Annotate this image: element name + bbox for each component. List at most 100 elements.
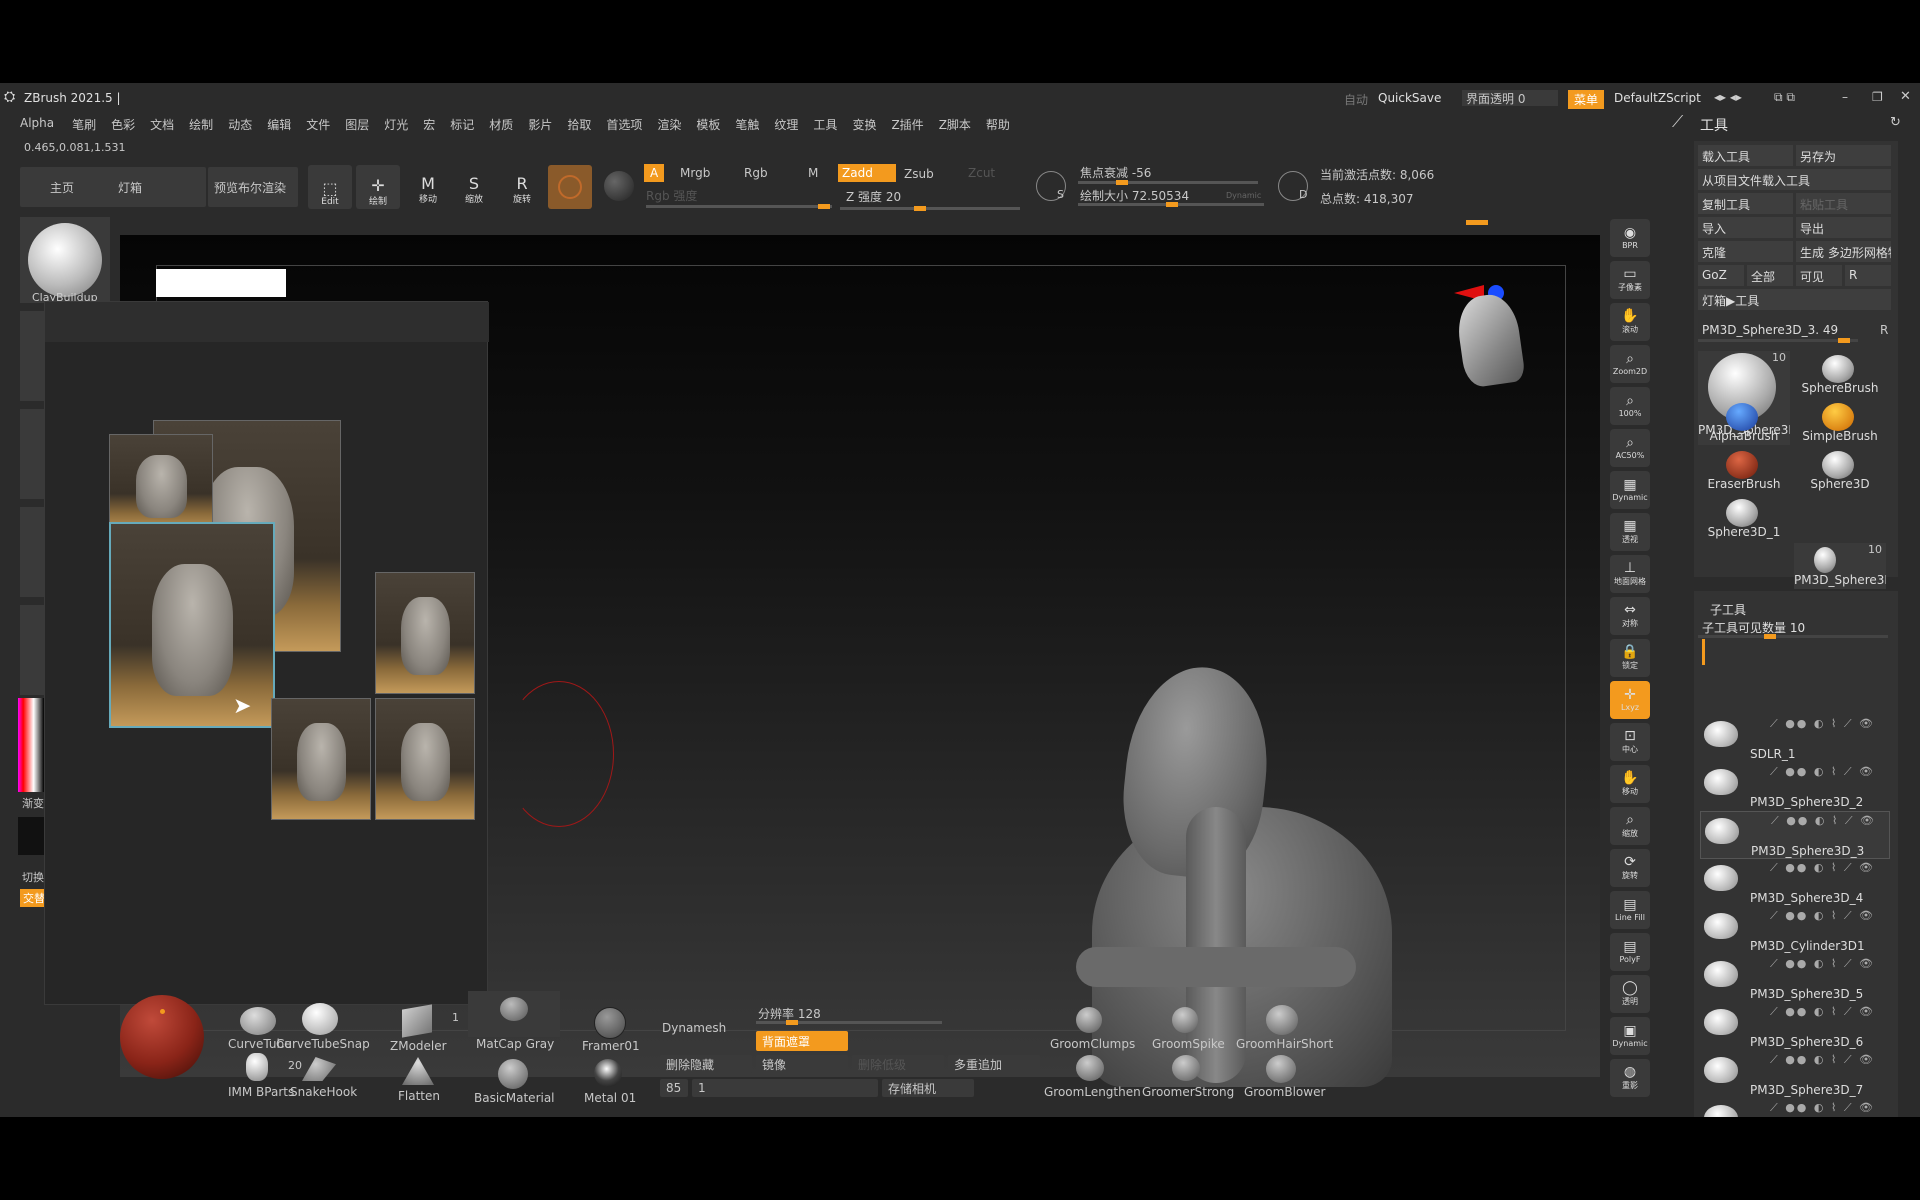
subtool-controls-3[interactable]: ⟋ ●● ◐ ⌇ ⟋ 👁 (1770, 861, 1875, 875)
menu-item-4[interactable]: 绘制 (189, 116, 213, 132)
tool-button-2-1[interactable]: 粘贴工具 (1796, 193, 1891, 214)
menu-item-16[interactable]: 渲染 (657, 116, 681, 132)
reference-panel-header[interactable] (45, 302, 489, 342)
reference-photo-2[interactable] (109, 434, 213, 534)
tool-thumb-1[interactable]: SphereBrush (1794, 351, 1886, 397)
menu-toggle-button[interactable]: 菜单 (1568, 90, 1605, 109)
color-picker[interactable] (18, 698, 44, 792)
groomhairshort-label[interactable]: GroomHairShort (1236, 1037, 1333, 1051)
mirror-button[interactable]: 镜像 (756, 1055, 848, 1073)
tool-thumb-5[interactable]: Sphere3D (1794, 447, 1886, 493)
right-tool-16[interactable]: ▤ Line Fill (1610, 891, 1650, 929)
subtool-row-0[interactable]: ⟋ ●● ◐ ⌇ ⟋ 👁 SDLR_1 (1700, 715, 1890, 763)
tool-button-0-1[interactable]: 另存为 (1796, 145, 1891, 166)
menu-item-20[interactable]: 工具 (813, 116, 837, 132)
focal-shift-slider[interactable] (1078, 180, 1258, 185)
subtool-row-3[interactable]: ⟋ ●● ◐ ⌇ ⟋ 👁 PM3D_Sphere3D_4 (1700, 859, 1890, 907)
menu-item-21[interactable]: 变换 (852, 116, 876, 132)
panel-toggle-marker[interactable] (1466, 220, 1488, 225)
material-slot[interactable] (20, 605, 46, 695)
reference-photo-5[interactable] (271, 698, 371, 820)
menu-item-3[interactable]: 文档 (150, 116, 174, 132)
tool-button-2-0[interactable]: 复制工具 (1698, 193, 1793, 214)
quicksave-button[interactable]: QuickSave (1378, 91, 1441, 105)
subtool-controls-8[interactable]: ⟋ ●● ◐ ⌇ ⟋ 👁 (1770, 1101, 1875, 1115)
subtool-row-1[interactable]: ⟋ ●● ◐ ⌇ ⟋ 👁 PM3D_Sphere3D_2 (1700, 763, 1890, 811)
menu-item-24[interactable]: 帮助 (986, 116, 1010, 132)
menu-item-6[interactable]: 编辑 (267, 116, 291, 132)
subtool-row-7[interactable]: ⟋ ●● ◐ ⌇ ⟋ 👁 PM3D_Sphere3D_7 (1700, 1051, 1890, 1099)
restore-icon[interactable]: ❐ (1872, 90, 1883, 104)
groomspike-label[interactable]: GroomSpike (1152, 1037, 1225, 1051)
right-tool-11[interactable]: ✛ Lxyz (1610, 681, 1650, 719)
reference-image-panel[interactable]: ➤ (44, 301, 489, 1005)
tool-button-0-0[interactable]: 载入工具 (1698, 145, 1793, 166)
default-zscript-button[interactable]: DefaultZScript (1614, 91, 1701, 105)
tool-button-5-2[interactable]: 可见 (1796, 265, 1842, 286)
stroke-d-icon[interactable]: D (1278, 171, 1308, 201)
subtool-controls-0[interactable]: ⟋ ●● ◐ ⌇ ⟋ 👁 (1770, 717, 1875, 731)
preview-boolean-button[interactable]: 预览布尔渲染 (208, 167, 298, 207)
tool-thumb-4[interactable]: EraserBrush (1698, 447, 1790, 493)
zsub-toggle[interactable]: Zsub (904, 167, 934, 181)
draw-size-handle[interactable] (1166, 202, 1178, 207)
groomlengthen-label[interactable]: GroomLengthen (1044, 1085, 1141, 1099)
right-tool-1[interactable]: ▭ 子像素 (1610, 261, 1650, 299)
menu-item-12[interactable]: 材质 (489, 116, 513, 132)
metal01-label[interactable]: Metal 01 (584, 1091, 636, 1105)
reference-photo-4[interactable] (375, 572, 475, 694)
right-tool-7[interactable]: ▦ 透视 (1610, 513, 1650, 551)
lightbox-button[interactable]: 灯箱 (112, 167, 206, 207)
right-tool-17[interactable]: ▤ PolyF (1610, 933, 1650, 971)
stroke-s-icon[interactable]: S (1036, 171, 1066, 201)
menu-item-0[interactable]: Alpha (20, 116, 54, 132)
current-tool-slider[interactable] (1698, 338, 1858, 343)
rgb-intensity-slider[interactable] (646, 204, 832, 209)
basicmaterial-icon[interactable] (498, 1059, 528, 1089)
multi-append-button[interactable]: 多重追加 (948, 1055, 1040, 1073)
resolution-slider[interactable] (756, 1020, 942, 1025)
right-tool-20[interactable]: ◍ 重影 (1610, 1059, 1650, 1097)
right-tool-3[interactable]: ⌕ Zoom2D (1610, 345, 1650, 383)
close-icon[interactable]: ✕ (1900, 89, 1911, 104)
focal-shift-handle[interactable] (1116, 180, 1128, 185)
menu-item-7[interactable]: 文件 (306, 116, 330, 132)
tool-thumb-2[interactable]: AlphaBrush (1698, 399, 1790, 445)
subtool-controls-7[interactable]: ⟋ ●● ◐ ⌇ ⟋ 👁 (1770, 1053, 1875, 1067)
groomerstrong-icon[interactable] (1172, 1055, 1200, 1081)
texture-sphere-icon[interactable] (604, 171, 634, 201)
groomblower-icon[interactable] (1266, 1055, 1296, 1083)
right-tool-13[interactable]: ✋ 移动 (1610, 765, 1650, 803)
right-tool-12[interactable]: ⊡ 中心 (1610, 723, 1650, 761)
menu-item-17[interactable]: 模板 (696, 116, 720, 132)
gradient-label[interactable]: 渐变 (22, 795, 44, 811)
menu-item-18[interactable]: 笔触 (735, 116, 759, 132)
groomspike-icon[interactable] (1172, 1007, 1198, 1033)
zmodeler-icon[interactable] (402, 1004, 432, 1038)
groomclumps-icon[interactable] (1076, 1007, 1102, 1033)
draw-mode-button[interactable]: ✛ 绘制 (356, 165, 400, 209)
menu-item-23[interactable]: Z脚本 (939, 116, 971, 132)
subtool-row-8[interactable]: ⟋ ●● ◐ ⌇ ⟋ 👁PM3D_Sphere3D_8 (1700, 1099, 1890, 1117)
menu-item-1[interactable]: 笔刷 (72, 116, 96, 132)
home-button[interactable]: 主页 (20, 167, 120, 207)
tool-thumb-7[interactable]: PM3D_Sphere3D 10 (1794, 543, 1886, 589)
curvetubesnap-icon[interactable] (302, 1003, 338, 1035)
subtool-row-2[interactable]: ⟋ ●● ◐ ⌇ ⟋ 👁 PM3D_Sphere3D_3 (1700, 811, 1890, 859)
groomlengthen-icon[interactable] (1076, 1055, 1104, 1081)
refresh-icon[interactable]: ↻ (1890, 115, 1901, 130)
brush-slot[interactable]: ClayBuildup (20, 217, 110, 304)
edit-mode-button[interactable]: ⬚ Edit (308, 165, 352, 209)
menu-item-22[interactable]: Z插件 (891, 116, 923, 132)
tool-button-1-0[interactable]: 从项目文件载入工具 (1698, 169, 1891, 190)
curvetubesnap-label[interactable]: CurveTubeSnap (276, 1037, 370, 1051)
tool-button-4-0[interactable]: 克隆 (1698, 241, 1793, 262)
switch-color-label[interactable]: 切换 (22, 869, 44, 885)
tool-button-5-3[interactable]: R (1845, 265, 1891, 286)
framer01-label[interactable]: Framer01 (582, 1039, 640, 1053)
alpha-slot[interactable] (20, 409, 46, 499)
zmodeler-label[interactable]: ZModeler (390, 1039, 447, 1053)
right-tool-9[interactable]: ⇔ 对称 (1610, 597, 1650, 635)
value-1-field[interactable]: 1 (692, 1079, 878, 1097)
pin-icon[interactable]: ⟋ (1672, 112, 1683, 132)
